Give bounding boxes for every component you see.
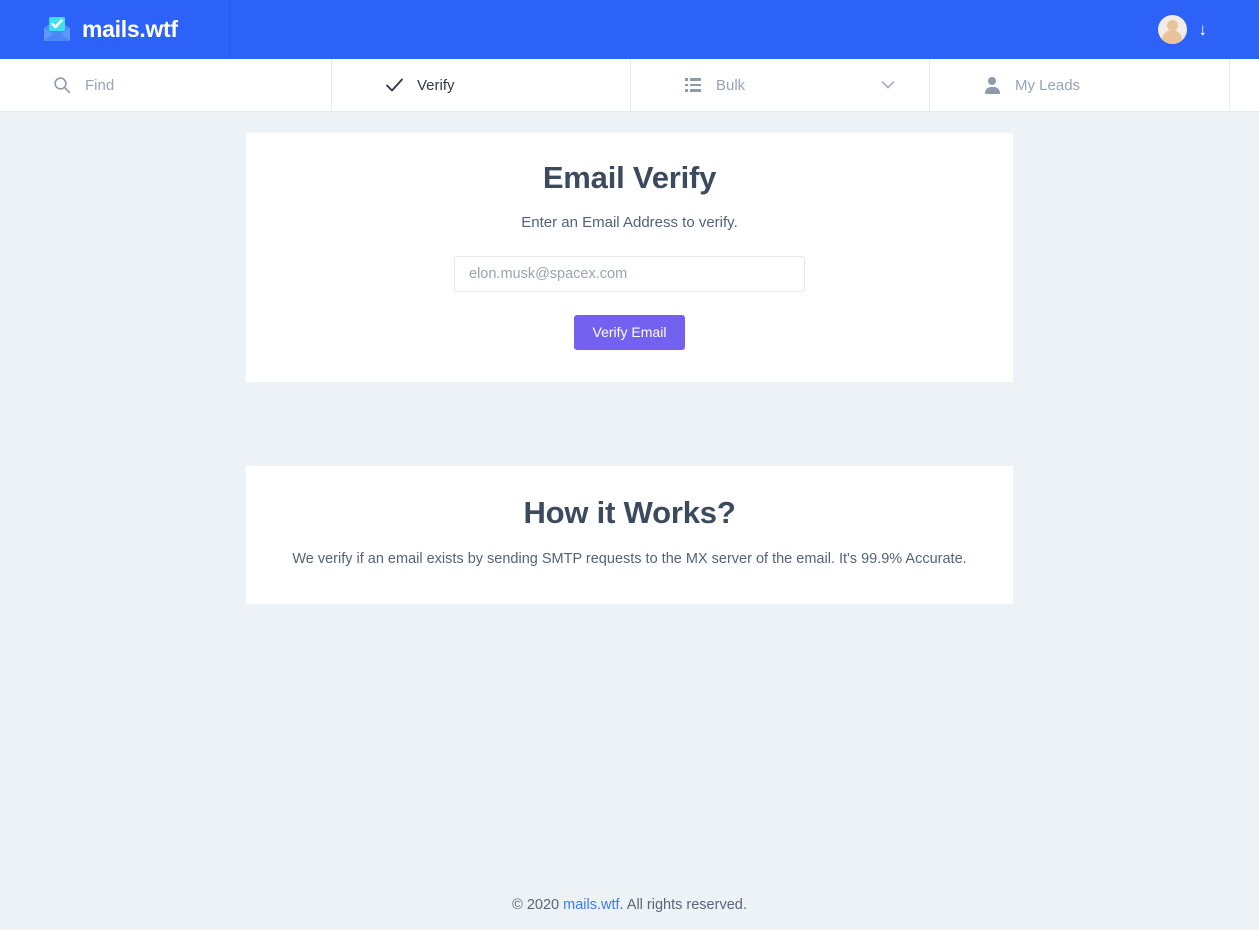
header-account-area: ↓ (1157, 15, 1259, 44)
avatar[interactable] (1157, 15, 1187, 44)
nav-item-verify[interactable]: Verify (332, 59, 631, 111)
nav-label-my-leads: My Leads (1015, 76, 1081, 94)
brand-name: mails.wtf (82, 16, 178, 42)
how-it-works-title: How it Works? (523, 494, 736, 530)
nav-label-verify: Verify (417, 76, 455, 94)
person-icon-head (988, 77, 996, 85)
footer-brand-link[interactable]: mails.wtf (563, 897, 619, 913)
top-header-bar: mails.wtf ↓ (0, 0, 1259, 59)
envelope-check-icon (42, 16, 72, 44)
page-title: Email Verify (542, 160, 717, 195)
email-field-wrapper (454, 255, 805, 292)
check-icon (384, 75, 404, 95)
person-icon-body (984, 86, 1000, 94)
footer-copyright-suffix: . All rights reserved. (619, 897, 747, 913)
arrow-down-icon[interactable]: ↓ (1199, 21, 1208, 38)
how-it-works-body: We verify if an email exists by sending … (292, 551, 967, 568)
brand-logo[interactable]: mails.wtf (0, 0, 230, 59)
nav-item-my-leads[interactable]: My Leads (930, 59, 1230, 111)
chevron-down-icon[interactable] (881, 80, 895, 90)
list-icon-dot (685, 78, 688, 81)
list-icon-dot (685, 83, 688, 87)
list-icon-bar (690, 89, 701, 92)
email-input[interactable] (454, 255, 805, 292)
list-icon-row (685, 83, 701, 87)
avatar-body (1162, 30, 1182, 44)
person-icon (982, 75, 1002, 95)
verify-email-button[interactable]: Verify Email (573, 314, 686, 350)
nav-item-find[interactable]: Find (0, 59, 332, 111)
how-it-works-card: How it Works? We verify if an email exis… (246, 465, 1013, 605)
main-navigation: Find Verify Bulk My Leads (0, 59, 1259, 112)
verify-subtitle: Enter an Email Address to verify. (521, 213, 738, 231)
nav-label-find: Find (85, 76, 115, 94)
list-icon (683, 75, 703, 95)
footer-copyright-prefix: © 2020 (512, 897, 564, 913)
main-content: Email Verify Enter an Email Address to v… (0, 112, 1259, 897)
list-icon-row (685, 78, 701, 81)
nav-item-bulk[interactable]: Bulk (631, 59, 930, 111)
list-icon-bar (690, 83, 701, 87)
footer: © 2020 mails.wtf. All rights reserved. (0, 897, 1259, 930)
list-icon-bar (690, 78, 701, 81)
list-icon-row (685, 89, 701, 92)
page-root: mails.wtf ↓ Find Verify Bulk My Leads Em… (0, 0, 1259, 930)
nav-label-bulk: Bulk (716, 76, 746, 94)
list-icon-dot (685, 89, 688, 92)
search-icon (52, 75, 72, 95)
email-verify-card: Email Verify Enter an Email Address to v… (246, 133, 1013, 382)
